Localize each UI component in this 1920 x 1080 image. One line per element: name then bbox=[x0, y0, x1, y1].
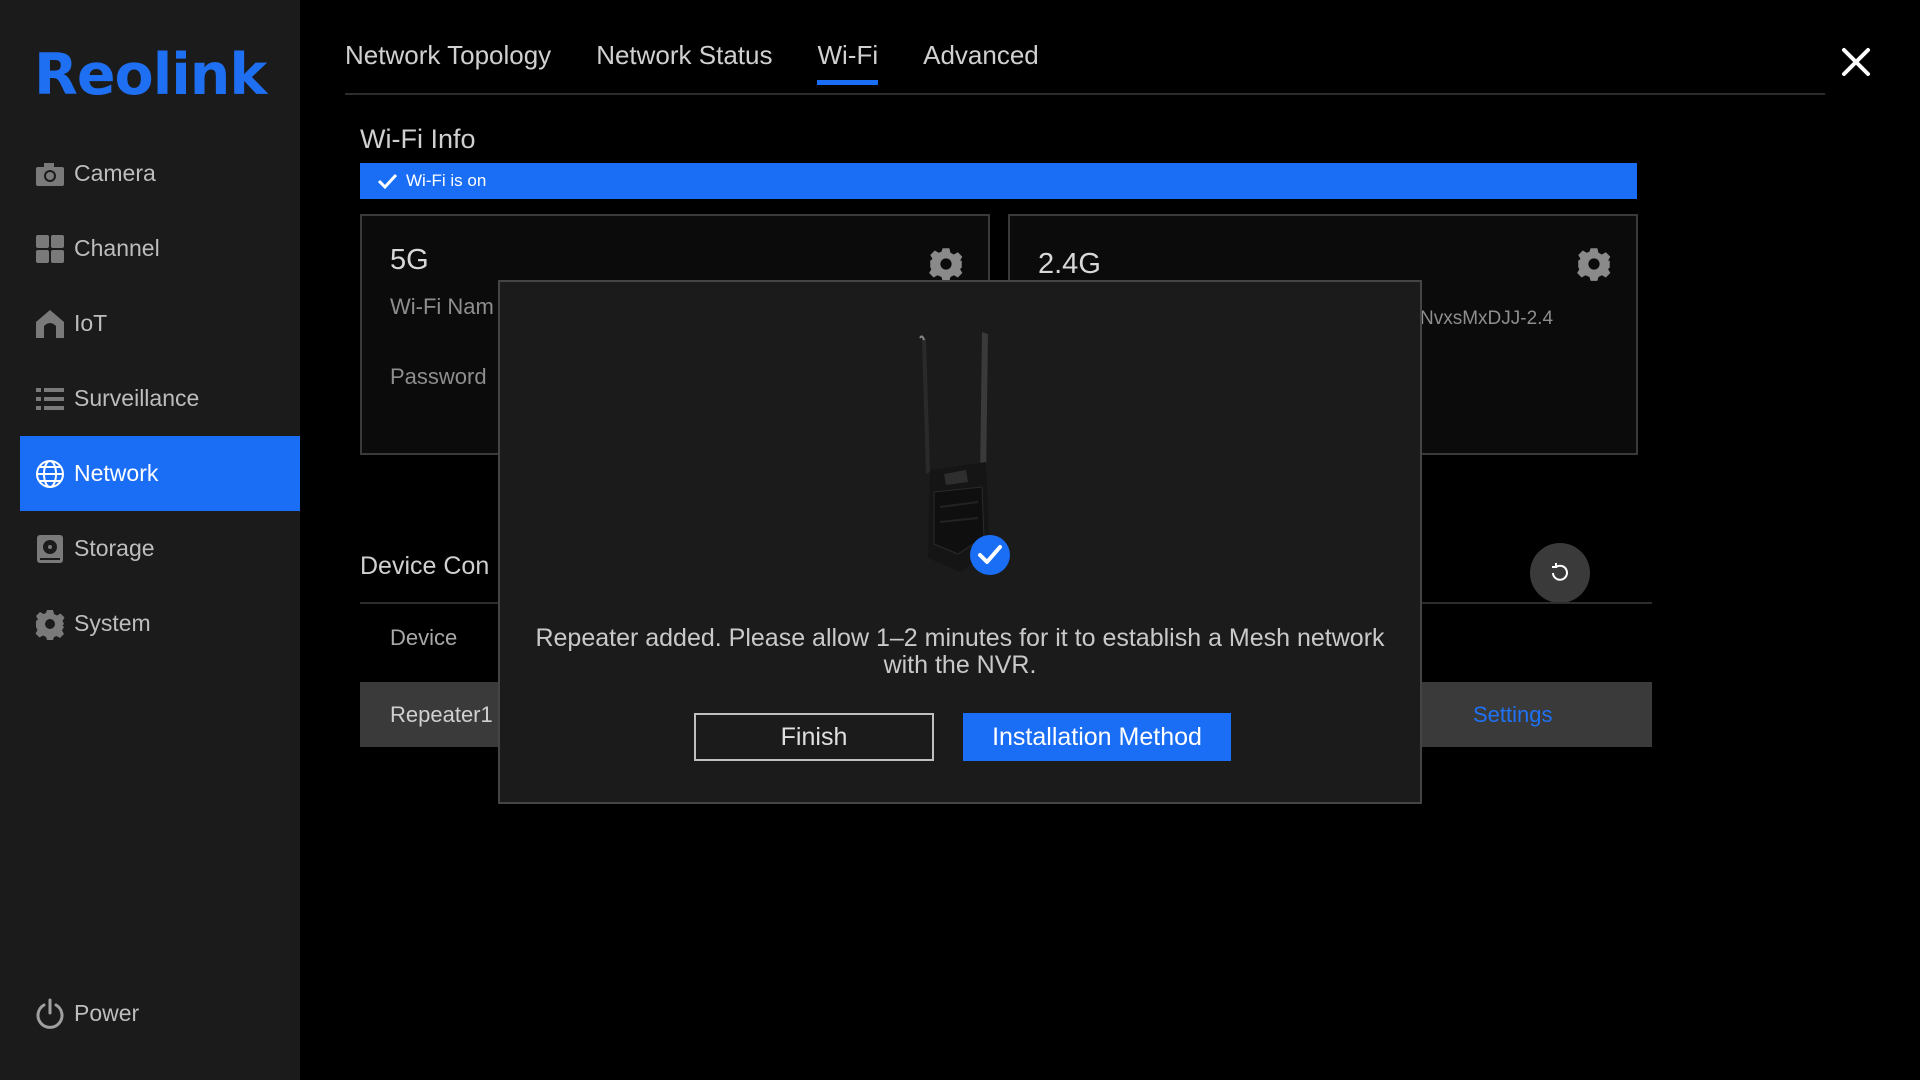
sidebar-item-surveillance[interactable]: Surveillance bbox=[20, 361, 300, 436]
band-5g-name-label: Wi-Fi Nam bbox=[390, 294, 494, 319]
sidebar-item-label: Camera bbox=[74, 160, 156, 186]
tab-wifi[interactable]: Wi-Fi bbox=[817, 40, 878, 89]
tab-divider bbox=[345, 93, 1825, 95]
column-header-device: Device bbox=[390, 625, 458, 650]
sidebar-item-storage[interactable]: Storage bbox=[20, 511, 300, 586]
check-icon bbox=[377, 173, 398, 190]
gear-icon bbox=[33, 607, 67, 641]
reolink-logo: Reolink bbox=[34, 42, 267, 108]
channel-grid-icon bbox=[33, 232, 67, 266]
modal-message: Repeater added. Please allow 1–2 minutes… bbox=[535, 624, 1385, 679]
tab-network-topology[interactable]: Network Topology bbox=[345, 40, 551, 89]
refresh-button[interactable] bbox=[1530, 543, 1590, 603]
sidebar-item-iot[interactable]: IoT bbox=[20, 286, 300, 361]
list-icon bbox=[33, 382, 67, 416]
power-button[interactable]: Power bbox=[20, 976, 300, 1051]
band-24g-title: 2.4G bbox=[1038, 248, 1101, 280]
repeater-device-image bbox=[919, 332, 1010, 575]
close-icon bbox=[1842, 48, 1870, 76]
band-5g-title: 5G bbox=[390, 244, 429, 276]
camera-icon bbox=[33, 157, 67, 191]
device-name-cell: Repeater1 bbox=[390, 702, 493, 727]
band-5g-settings-icon[interactable] bbox=[928, 246, 964, 282]
device-section-title: Device Con bbox=[360, 552, 490, 580]
close-button[interactable] bbox=[1838, 44, 1874, 80]
power-label: Power bbox=[74, 1000, 140, 1026]
globe-icon bbox=[33, 457, 67, 491]
band-5g-password-label: Password bbox=[390, 364, 487, 389]
sidebar-item-label: Network bbox=[74, 460, 159, 486]
refresh-icon bbox=[1552, 563, 1568, 581]
wifi-status-text: Wi-Fi is on bbox=[406, 171, 487, 190]
sidebar-item-label: IoT bbox=[74, 310, 108, 336]
home-icon bbox=[33, 307, 67, 341]
band-24g-name-value: NvxsMxDJJ-2.4 bbox=[1420, 308, 1554, 329]
power-icon bbox=[33, 997, 67, 1031]
installation-method-button[interactable]: Installation Method bbox=[963, 713, 1231, 761]
finish-button[interactable]: Finish bbox=[694, 713, 934, 761]
sidebar-item-camera[interactable]: Camera bbox=[20, 136, 300, 211]
sidebar-item-label: System bbox=[74, 610, 151, 636]
sidebar-item-label: Surveillance bbox=[74, 385, 200, 411]
tab-advanced[interactable]: Advanced bbox=[923, 40, 1039, 89]
wifi-info-title: Wi-Fi Info bbox=[360, 124, 476, 154]
wifi-status-banner: Wi-Fi is on bbox=[360, 163, 1637, 199]
sidebar-item-channel[interactable]: Channel bbox=[20, 211, 300, 286]
storage-icon bbox=[33, 532, 67, 566]
top-tabs: Network Topology Network Status Wi-Fi Ad… bbox=[345, 40, 1039, 89]
sidebar-item-label: Storage bbox=[74, 535, 155, 561]
device-settings-link[interactable]: Settings bbox=[1473, 702, 1553, 728]
band-24g-settings-icon[interactable] bbox=[1576, 246, 1612, 282]
sidebar-item-network[interactable]: Network bbox=[20, 436, 300, 511]
sidebar: Reolink Camera Channel IoT Surveillance … bbox=[0, 0, 300, 1080]
sidebar-item-system[interactable]: System bbox=[20, 586, 300, 661]
sidebar-item-label: Channel bbox=[74, 235, 160, 261]
tab-network-status[interactable]: Network Status bbox=[596, 40, 772, 89]
repeater-added-dialog: Repeater added. Please allow 1–2 minutes… bbox=[498, 280, 1422, 804]
